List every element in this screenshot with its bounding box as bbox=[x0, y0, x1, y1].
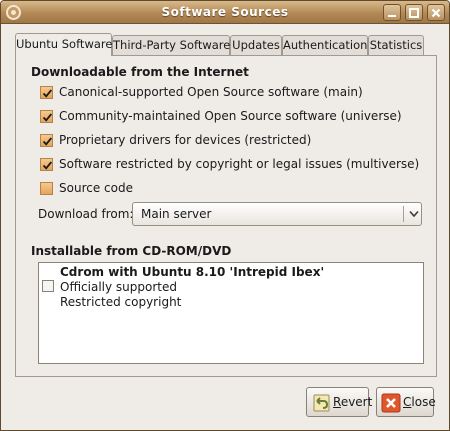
tab-ubuntu-software[interactable]: Ubuntu Software bbox=[15, 33, 112, 56]
cdrom-checkbox[interactable] bbox=[42, 280, 54, 292]
component-universe-label: Community-maintained Open Source softwar… bbox=[59, 109, 402, 123]
maximize-icon bbox=[409, 8, 419, 18]
installable-heading: Installable from CD-ROM/DVD bbox=[31, 244, 232, 258]
checkbox-checked[interactable] bbox=[40, 134, 53, 147]
component-restricted-label: Proprietary drivers for devices (restric… bbox=[59, 133, 312, 147]
window-title: Software Sources bbox=[161, 5, 289, 19]
download-server-combo[interactable]: Main server bbox=[132, 202, 422, 226]
revert-label-rest: evert bbox=[340, 395, 373, 409]
cdrom-support-line: Officially supported bbox=[60, 280, 177, 294]
cdrom-title: Cdrom with Ubuntu 8.10 'Intrepid Ibex' bbox=[60, 265, 325, 279]
checkbox-unchecked[interactable] bbox=[40, 182, 53, 195]
cdrom-list[interactable]: Cdrom with Ubuntu 8.10 'Intrepid Ibex' O… bbox=[38, 262, 424, 364]
checkbox-checked[interactable] bbox=[40, 158, 53, 171]
tab-third-party-software[interactable]: Third-Party Software bbox=[112, 35, 230, 55]
chevron-down-icon[interactable] bbox=[409, 210, 419, 218]
software-sources-window: Software Sources Ubuntu Software Third-P… bbox=[0, 0, 450, 431]
close-button[interactable]: Close bbox=[376, 387, 436, 417]
close-label: Close bbox=[403, 395, 436, 409]
minimize-icon bbox=[388, 15, 396, 17]
checkbox-checked[interactable] bbox=[40, 110, 53, 123]
minimize-button[interactable] bbox=[383, 4, 401, 21]
checkbox-checked[interactable] bbox=[40, 86, 53, 99]
revert-label: Revert bbox=[333, 395, 372, 409]
checkmark-icon bbox=[42, 137, 52, 146]
component-main-label: Canonical-supported Open Source software… bbox=[59, 85, 363, 99]
title-bar[interactable]: Software Sources bbox=[1, 1, 449, 24]
close-window-button[interactable] bbox=[427, 4, 445, 21]
source-code-label: Source code bbox=[59, 181, 133, 195]
cdrom-copyright-line: Restricted copyright bbox=[60, 295, 182, 309]
checkmark-icon bbox=[42, 89, 52, 98]
tab-statistics[interactable]: Statistics bbox=[368, 35, 424, 55]
revert-mnemonic: R bbox=[333, 395, 341, 409]
close-icon bbox=[431, 8, 441, 18]
tab-authentication[interactable]: Authentication bbox=[282, 35, 368, 55]
revert-icon bbox=[313, 394, 330, 412]
checkmark-icon bbox=[42, 161, 52, 170]
revert-button[interactable]: Revert bbox=[306, 387, 372, 417]
download-from-label: Download from: bbox=[38, 207, 134, 221]
component-multiverse-label: Software restricted by copyright or lega… bbox=[59, 157, 420, 171]
combo-separator bbox=[403, 206, 404, 222]
download-server-value: Main server bbox=[141, 207, 212, 221]
tab-updates[interactable]: Updates bbox=[230, 35, 282, 55]
maximize-button[interactable] bbox=[405, 4, 423, 21]
close-label-rest: lose bbox=[411, 395, 436, 409]
close-x-icon bbox=[381, 393, 401, 413]
checkmark-icon bbox=[42, 113, 52, 122]
ubuntu-software-panel: Downloadable from the Internet Canonical… bbox=[15, 55, 437, 377]
downloadable-heading: Downloadable from the Internet bbox=[31, 65, 249, 79]
